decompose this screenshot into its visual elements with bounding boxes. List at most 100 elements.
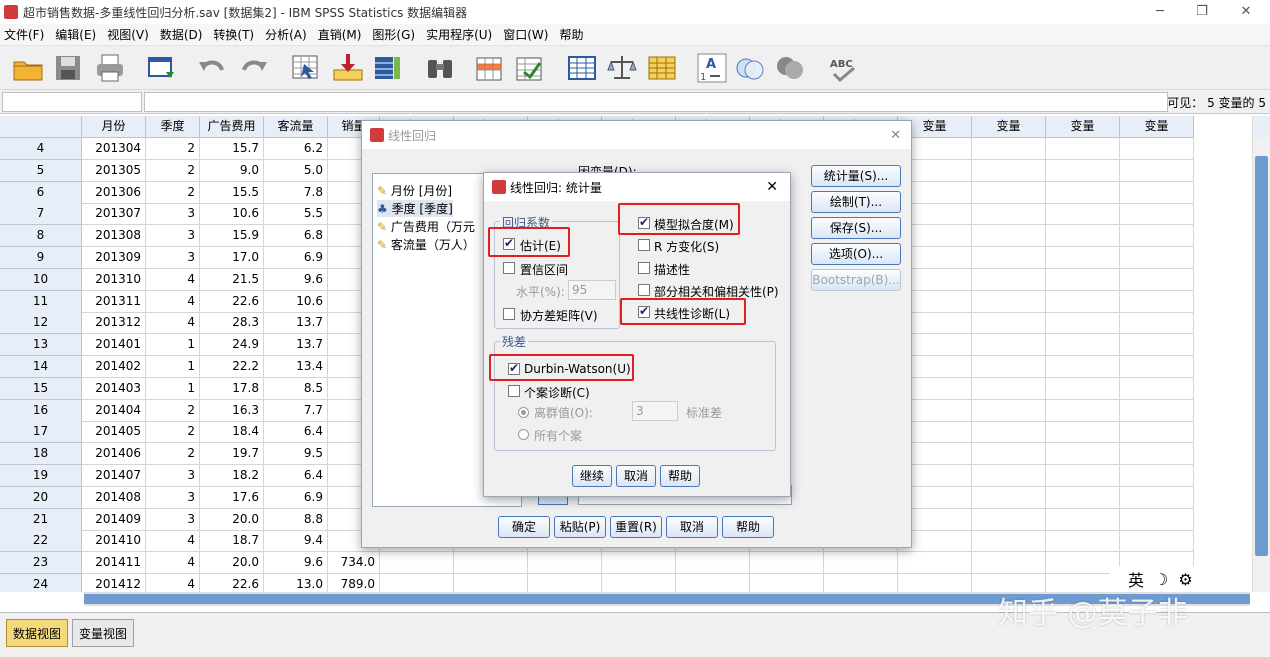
empty-cell[interactable] <box>1046 138 1120 160</box>
paste-button[interactable]: 粘贴(P) <box>554 516 606 538</box>
table-cell[interactable]: 17.0 <box>200 247 264 269</box>
list-item[interactable]: ✎ 广告费用（万元 <box>377 218 475 235</box>
empty-cell[interactable] <box>380 552 454 575</box>
table-cell[interactable]: 8.8 <box>264 508 328 531</box>
table-cell[interactable]: 13.7 <box>264 334 328 357</box>
empty-cell[interactable] <box>1046 312 1120 335</box>
table-cell[interactable]: 2 <box>146 399 200 422</box>
empty-cell[interactable] <box>972 312 1046 335</box>
menu-view[interactable]: 视图(V) <box>107 26 149 43</box>
table-cell[interactable]: 9.5 <box>264 443 328 466</box>
table-cell[interactable]: 3 <box>146 247 200 269</box>
table-cell[interactable]: 28.3 <box>200 312 264 335</box>
table-cell[interactable]: 13.7 <box>264 312 328 335</box>
table-cell[interactable]: 10.6 <box>200 203 264 226</box>
empty-cell[interactable] <box>454 574 528 592</box>
table-cell[interactable]: 201307 <box>82 203 146 226</box>
table-cell[interactable]: 18.2 <box>200 465 264 487</box>
empty-cell[interactable] <box>1120 312 1194 335</box>
table-cell[interactable]: 4 <box>146 312 200 335</box>
empty-cell[interactable] <box>972 530 1046 553</box>
table-cell[interactable]: 201405 <box>82 421 146 444</box>
row-header-corner[interactable] <box>0 116 82 138</box>
table-cell[interactable]: 6.4 <box>264 465 328 487</box>
table-cell[interactable]: 7.7 <box>264 399 328 422</box>
row-number[interactable]: 15 <box>0 377 82 400</box>
row-number[interactable]: 7 <box>0 203 82 226</box>
empty-cell[interactable] <box>1046 181 1120 204</box>
empty-cell[interactable] <box>1046 421 1120 444</box>
table-cell[interactable]: 22.6 <box>200 574 264 592</box>
empty-cell[interactable] <box>972 443 1046 466</box>
row-number[interactable]: 6 <box>0 181 82 204</box>
list-item[interactable]: ✎ 月份 [月份] <box>377 182 452 199</box>
variable-column-header[interactable]: 变量 <box>972 116 1046 138</box>
table-cell[interactable]: 3 <box>146 225 200 248</box>
empty-cell[interactable] <box>1046 356 1120 378</box>
empty-cell[interactable] <box>1046 486 1120 509</box>
table-cell[interactable]: 13.4 <box>264 356 328 378</box>
table-cell[interactable]: 201412 <box>82 574 146 592</box>
table-cell[interactable]: 24.9 <box>200 334 264 357</box>
stats-dialog-close-icon[interactable]: ✕ <box>766 179 778 195</box>
goto-case-icon[interactable] <box>290 52 322 84</box>
restore-button[interactable]: ❐ <box>1182 2 1222 22</box>
row-number[interactable]: 24 <box>0 574 82 592</box>
plots-button[interactable]: 绘制(T)... <box>811 191 901 213</box>
level-input[interactable]: 95 <box>568 280 616 300</box>
table-cell[interactable]: 9.0 <box>200 159 264 182</box>
table-cell[interactable]: 6.9 <box>264 486 328 509</box>
table-cell[interactable]: 17.8 <box>200 377 264 400</box>
column-header[interactable]: 季度 <box>146 116 200 138</box>
save-button[interactable]: 保存(S)... <box>811 217 901 239</box>
empty-cell[interactable] <box>1046 225 1120 248</box>
table-cell[interactable]: 201401 <box>82 334 146 357</box>
row-number[interactable]: 23 <box>0 552 82 575</box>
table-cell[interactable]: 201409 <box>82 508 146 531</box>
table-cell[interactable]: 6.4 <box>264 421 328 444</box>
table-cell[interactable]: 1 <box>146 334 200 357</box>
table-cell[interactable]: 20.0 <box>200 508 264 531</box>
save-icon[interactable] <box>52 52 84 84</box>
row-number[interactable]: 12 <box>0 312 82 335</box>
table-cell[interactable]: 201308 <box>82 225 146 248</box>
confidence-interval-checkbox[interactable] <box>503 262 515 274</box>
row-number[interactable]: 11 <box>0 290 82 313</box>
table-cell[interactable]: 17.6 <box>200 486 264 509</box>
help-button[interactable]: 帮助 <box>722 516 774 538</box>
table-cell[interactable]: 201410 <box>82 530 146 553</box>
empty-cell[interactable] <box>1046 465 1120 487</box>
empty-cell[interactable] <box>1046 247 1120 269</box>
table-cell[interactable]: 789.0 <box>328 574 380 592</box>
r-squared-change-checkbox[interactable] <box>638 239 650 251</box>
table-cell[interactable]: 2 <box>146 159 200 182</box>
stats-cancel-button[interactable]: 取消 <box>616 465 656 487</box>
row-number[interactable]: 4 <box>0 138 82 160</box>
table-cell[interactable]: 5.5 <box>264 203 328 226</box>
spell-check-icon[interactable]: ABC <box>828 52 860 84</box>
row-number[interactable]: 9 <box>0 247 82 269</box>
value-labels-icon[interactable]: A1 <box>696 52 728 84</box>
list-item[interactable]: ♣ 季度 [季度] <box>377 200 453 217</box>
minimize-button[interactable]: ─ <box>1140 2 1180 22</box>
empty-cell[interactable] <box>1120 159 1194 182</box>
empty-cell[interactable] <box>824 552 898 575</box>
table-cell[interactable]: 1 <box>146 377 200 400</box>
column-header[interactable]: 月份 <box>82 116 146 138</box>
show-all-variables-icon[interactable] <box>774 52 806 84</box>
table-cell[interactable]: 15.9 <box>200 225 264 248</box>
table-cell[interactable]: 1 <box>146 356 200 378</box>
table-cell[interactable]: 201305 <box>82 159 146 182</box>
empty-cell[interactable] <box>1120 334 1194 357</box>
column-header[interactable]: 广告费用 <box>200 116 264 138</box>
variable-column-header[interactable]: 变量 <box>1046 116 1120 138</box>
empty-cell[interactable] <box>972 225 1046 248</box>
table-cell[interactable]: 22.2 <box>200 356 264 378</box>
empty-cell[interactable] <box>1120 508 1194 531</box>
empty-cell[interactable] <box>1120 443 1194 466</box>
scroll-thumb[interactable] <box>1255 156 1268 556</box>
empty-cell[interactable] <box>602 552 676 575</box>
table-cell[interactable]: 6.2 <box>264 138 328 160</box>
empty-cell[interactable] <box>972 508 1046 531</box>
empty-cell[interactable] <box>1120 138 1194 160</box>
